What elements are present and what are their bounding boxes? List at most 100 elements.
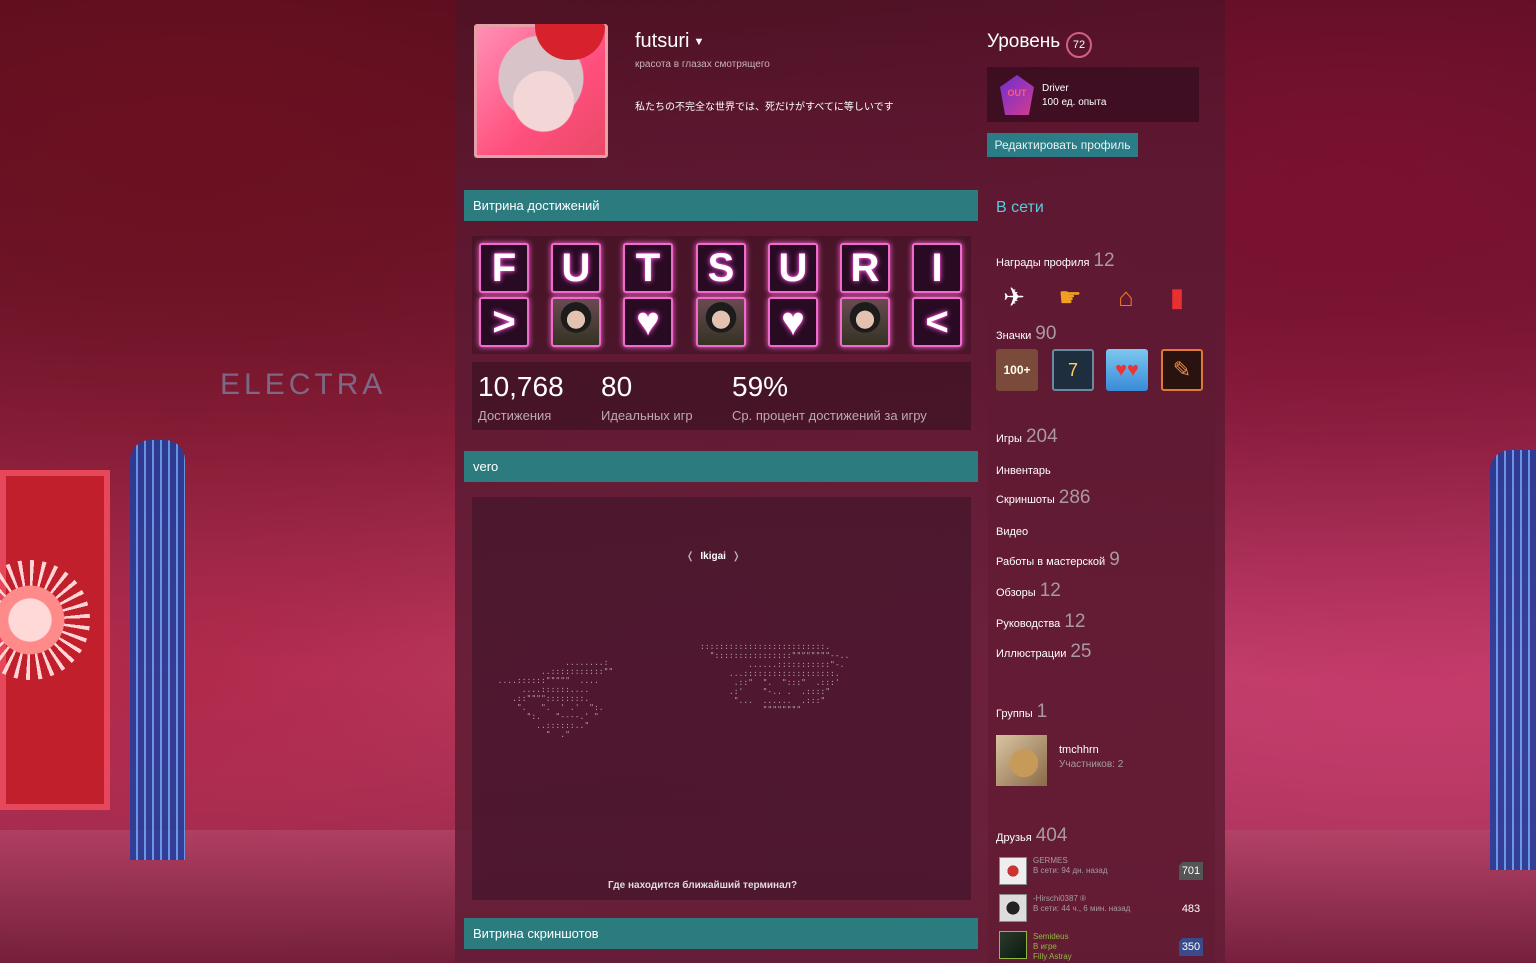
hearts-badge-icon[interactable]: ♥♥ [1106,349,1148,391]
artwork-count: 25 [1070,641,1092,662]
reviews-label: Обзоры [996,587,1036,599]
years-badge-icon[interactable]: 100+ [996,349,1038,391]
friends-label: Друзья [996,832,1032,844]
group-avatar[interactable] [996,735,1047,786]
workshop-link[interactable]: Работы в мастерской 9 [996,549,1120,571]
achievement-tile[interactable]: I [912,243,962,293]
reviews-link[interactable]: Обзоры 12 [996,580,1061,602]
screenshots-count: 286 [1058,487,1091,508]
background-neon-pillar-left [130,440,185,860]
chevron-left-icon[interactable]: ❬ [686,551,694,562]
games-label: Игры [996,433,1022,445]
profile-summary: 私たちの不完全な世界では、死だけがすべてに等しいです [635,102,894,113]
friend-level: 483 [1181,903,1201,915]
friend-name[interactable]: -Hirschi0387 ® [1033,894,1086,903]
stat-perfect-games-value: 80 [601,371,633,402]
heart-icon[interactable]: ♥ [623,297,673,347]
background-sign: ELECTRA [220,368,387,401]
profile-awards-link[interactable]: Награды профиля 12 [996,250,1115,272]
username-text: futsuri [635,30,690,52]
workshop-count: 9 [1109,549,1120,570]
profile-real-name: красота в глазах смотрящего [635,59,770,70]
guides-count: 12 [1064,611,1086,632]
friend-level: 701 [1179,862,1203,880]
friend-game: Filly Astray [1033,952,1072,961]
groups-label: Группы [996,708,1033,720]
achievement-tile[interactable]: U [551,243,601,293]
reviews-count: 12 [1039,580,1061,601]
achievement-tile[interactable]: > [479,297,529,347]
group-members: Участников: 2 [1059,759,1124,770]
friend-status: В игре [1033,942,1057,951]
profile-awards-label: Награды профиля [996,257,1090,269]
profile-username[interactable]: futsuri ▼ [635,30,704,53]
friends-link[interactable]: Друзья 404 [996,825,1067,847]
achievement-tile[interactable]: S [696,243,746,293]
games-link[interactable]: Игры 204 [996,426,1058,448]
achievement-tile-image[interactable] [551,297,601,347]
achievement-tile-image[interactable] [696,297,746,347]
stat-avg-completion-value: 59% [732,371,789,402]
friend-avatar[interactable] [999,931,1027,959]
videos-link[interactable]: Видео [996,526,1028,538]
badges-link[interactable]: Значки 90 [996,323,1056,345]
chevron-right-icon[interactable]: ❭ [732,551,740,562]
badges-count: 90 [1035,323,1057,344]
drink-award-icon[interactable]: ▮ [1160,282,1194,312]
achievement-tile-image[interactable] [840,297,890,347]
friend-level: 350 [1179,938,1203,956]
custom-showcase-caption: Где находится ближайший терминал? [608,880,798,891]
badges-label: Значки [996,330,1032,342]
achievement-tile[interactable]: U [768,243,818,293]
screenshots-link[interactable]: Скриншоты 286 [996,487,1090,509]
friend-avatar[interactable] [999,857,1027,885]
level-badge[interactable]: 72 [1066,32,1092,58]
workshop-label: Работы в мастерской [996,556,1106,568]
ascii-art-eye-left: ........: ..:::::::::::"" ....::::::""""… [497,658,614,739]
games-count: 204 [1025,426,1058,447]
stat-achievements-label: Достижения [478,408,552,423]
custom-showcase-nav-title: Ikigai [700,551,726,562]
level-label: Уровень [987,31,1061,52]
custom-showcase-header: vero [464,451,978,482]
friend-status: В сети: 44 ч., 6 мин. назад [1033,904,1131,913]
profile-awards-count: 12 [1093,250,1115,271]
custom-showcase-nav: ❬ Ikigai ❭ [680,551,746,562]
hand-award-icon[interactable]: ☛ [1053,282,1087,312]
winged-award-icon[interactable]: ✈ [997,282,1031,312]
ascii-art-eye-right: ::::::::::::::::::::::::::. ":::::::::::… [700,642,850,714]
online-status: В сети [996,199,1044,216]
background-neon-pillar-right [1490,450,1536,870]
groups-count: 1 [1036,701,1048,722]
friend-name[interactable]: Semideus [1033,932,1069,941]
stat-perfect-games-label: Идеальных игр [601,408,693,423]
achievement-tile[interactable]: R [840,243,890,293]
heart-icon[interactable]: ♥ [768,297,818,347]
stat-achievements-value: 10,768 [478,371,564,402]
screenshots-label: Скриншоты [996,494,1055,506]
stat-avg-completion-label: Ср. процент достижений за игру [732,408,927,423]
brush-badge-icon[interactable]: ✎ [1161,349,1203,391]
achievement-tile[interactable]: < [912,297,962,347]
achievement-tile[interactable]: F [479,243,529,293]
seven-badge-icon[interactable]: 7 [1052,349,1094,391]
achievement-tile[interactable]: T [623,243,673,293]
group-name[interactable]: tmchhrn [1059,744,1099,756]
edit-profile-button[interactable]: Редактировать профиль [987,133,1138,157]
friend-avatar[interactable] [999,894,1027,922]
screenshot-showcase-header: Витрина скриншотов [464,918,978,949]
artwork-link[interactable]: Иллюстрации 25 [996,641,1092,663]
guides-link[interactable]: Руководства 12 [996,611,1085,633]
favorite-badge-xp: 100 ед. опыта [1042,97,1107,108]
inventory-link[interactable]: Инвентарь [996,465,1051,477]
friends-count: 404 [1035,825,1068,846]
favorite-badge-name: Driver [1042,83,1069,94]
friend-status: В сети: 94 дн. назад [1033,866,1108,875]
house-award-icon[interactable]: ⌂ [1109,282,1143,312]
groups-link[interactable]: Группы 1 [996,701,1047,723]
achievement-showcase-header: Витрина достижений [464,190,978,221]
artwork-label: Иллюстрации [996,648,1067,660]
chevron-down-icon[interactable]: ▼ [693,36,704,48]
friend-name[interactable]: GERMES [1033,856,1068,865]
guides-label: Руководства [996,618,1061,630]
